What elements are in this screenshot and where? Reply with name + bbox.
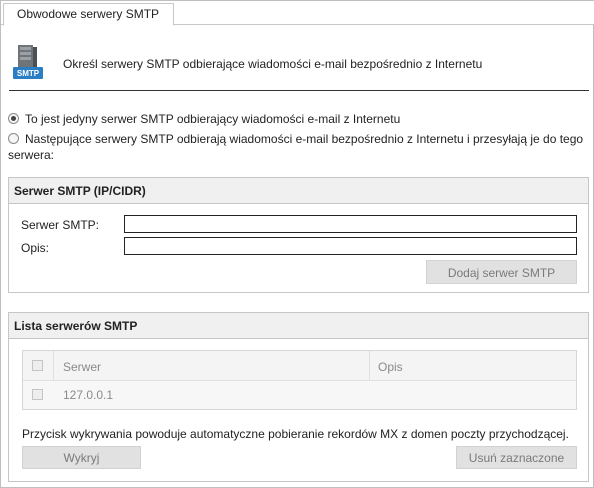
- smtp-server-table: Serwer Opis 127.0.0.1: [22, 350, 577, 410]
- detect-note: Przycisk wykrywania powoduje automatyczn…: [22, 427, 569, 441]
- table-row[interactable]: 127.0.0.1: [23, 381, 576, 409]
- following-servers-label: Następujące serwery SMTP odbierają wiado…: [25, 132, 584, 146]
- row-server-cell: 127.0.0.1: [63, 388, 114, 402]
- header-description: Określ serwery SMTP odbierające wiadomoś…: [63, 57, 483, 71]
- following-servers-radio[interactable]: [8, 133, 19, 144]
- svg-text:SMTP: SMTP: [17, 69, 40, 78]
- option-following-servers[interactable]: Następujące serwery SMTP odbierają wiado…: [8, 131, 583, 147]
- column-header-description[interactable]: Opis: [378, 360, 403, 374]
- column-separator: [369, 351, 370, 381]
- smtp-server-section: Serwer SMTP (IP/CIDR) Serwer SMTP: Opis:…: [8, 177, 589, 293]
- smtp-server-input[interactable]: [124, 215, 577, 233]
- column-header-server[interactable]: Serwer: [63, 360, 101, 374]
- option-only-server[interactable]: To jest jedyny serwer SMTP odbierający w…: [8, 111, 400, 127]
- smtp-server-list-section: Lista serwerów SMTP Serwer Opis 127.0.0.…: [8, 312, 589, 482]
- row-checkbox[interactable]: [32, 389, 43, 400]
- smtp-list-section-title: Lista serwerów SMTP: [9, 313, 588, 339]
- smtp-server-field-label: Serwer SMTP:: [21, 218, 100, 232]
- description-field-label: Opis:: [21, 241, 50, 255]
- remove-selected-button[interactable]: Usuń zaznaczone: [456, 446, 577, 469]
- following-servers-label-continued: serwera:: [8, 148, 55, 162]
- only-server-label: To jest jedyny serwer SMTP odbierający w…: [25, 112, 401, 126]
- smtp-perimeter-panel: Obwodowe serwery SMTP SMTP Określ serwer…: [0, 0, 594, 488]
- header-divider: [9, 90, 589, 91]
- description-input[interactable]: [124, 237, 577, 255]
- column-separator: [53, 351, 54, 381]
- table-header: Serwer Opis: [23, 351, 576, 381]
- add-smtp-server-button[interactable]: Dodaj serwer SMTP: [426, 260, 577, 284]
- tab-perimeter-smtp[interactable]: Obwodowe serwery SMTP: [3, 3, 174, 26]
- smtp-server-icon: SMTP: [11, 45, 45, 81]
- detect-button[interactable]: Wykryj: [22, 446, 141, 469]
- tab-bar: Obwodowe serwery SMTP: [1, 1, 594, 26]
- select-all-checkbox[interactable]: [32, 360, 43, 371]
- only-server-radio[interactable]: [8, 113, 19, 124]
- smtp-server-section-title: Serwer SMTP (IP/CIDR): [9, 178, 588, 204]
